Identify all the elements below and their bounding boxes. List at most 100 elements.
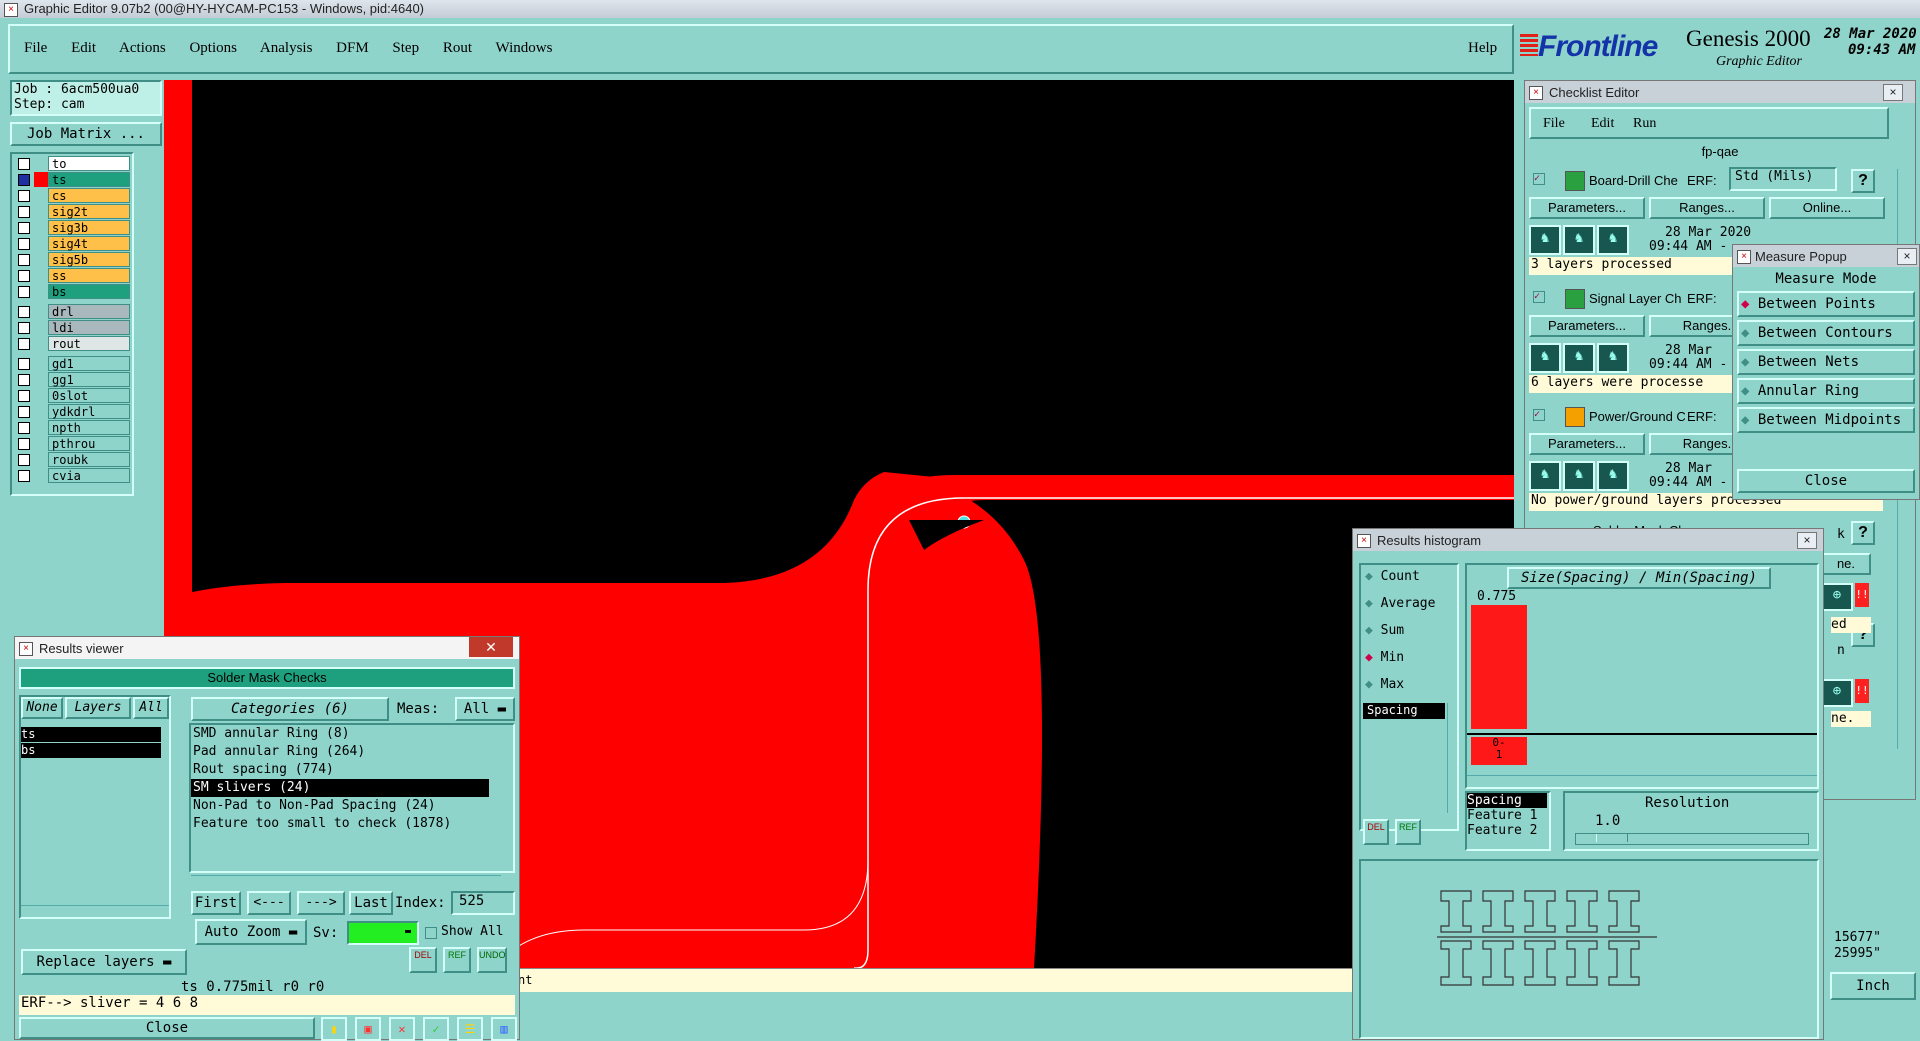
layer-row[interactable]: ldi <box>12 320 140 335</box>
layer-row[interactable]: pthrou <box>12 436 140 451</box>
layer-row[interactable]: cs <box>12 188 140 203</box>
sv-color-select[interactable]: ▬ <box>347 921 419 945</box>
run-check-icon[interactable]: ♞ <box>1529 225 1561 255</box>
job-matrix-button[interactable]: Job Matrix ... <box>10 122 162 146</box>
layer-row[interactable]: sig5b <box>12 252 140 267</box>
layer-name[interactable]: sig3b <box>48 220 130 235</box>
layer-name[interactable]: ss <box>48 268 130 283</box>
layer-row[interactable]: npth <box>12 420 140 435</box>
measure-close-button[interactable]: Close <box>1737 469 1915 493</box>
replace-layers-select[interactable]: Replace layers ▬ <box>21 949 187 975</box>
layer-row[interactable]: roubk <box>12 452 140 467</box>
measure-mode-option[interactable]: ◆ Between Nets <box>1737 349 1915 375</box>
layer-checkbox[interactable] <box>18 158 30 170</box>
checklist-menu-edit[interactable]: Edit <box>1591 116 1614 132</box>
error-flag-icon[interactable]: !! <box>1855 583 1869 607</box>
layer-checkbox[interactable] <box>18 190 30 202</box>
layer-affected-indicator[interactable] <box>34 304 48 319</box>
layer-name[interactable]: gg1 <box>48 372 130 387</box>
check-help-button[interactable]: ? <box>1851 169 1875 193</box>
layer-affected-indicator[interactable] <box>34 188 48 203</box>
layer-affected-indicator[interactable] <box>34 468 48 483</box>
measure-mode-option[interactable]: ◆ Between Points <box>1737 291 1915 317</box>
layer-name[interactable]: sig5b <box>48 252 130 267</box>
run-check-icon[interactable]: ♞ <box>1529 461 1561 491</box>
tab-layers[interactable]: Layers <box>65 697 131 719</box>
categories-header[interactable]: Categories (6) <box>191 697 389 721</box>
run-all-icon[interactable]: ♞ <box>1563 461 1595 491</box>
layer-affected-indicator[interactable] <box>34 156 48 171</box>
layer-checkbox[interactable] <box>18 374 30 386</box>
del-button[interactable]: DEL <box>409 947 437 973</box>
layer-checkbox[interactable] <box>18 338 30 350</box>
menu-dfm[interactable]: DFM <box>336 40 369 56</box>
check-name[interactable]: Signal Layer Ch <box>1589 291 1685 306</box>
layer-row[interactable]: gg1 <box>12 372 140 387</box>
layer-name[interactable]: 0slot <box>48 388 130 403</box>
layer-name[interactable]: roubk <box>48 452 130 467</box>
stat-option[interactable]: ◆ Max <box>1365 677 1404 692</box>
histogram-del-button[interactable]: DEL <box>1363 819 1389 845</box>
partial-online-button[interactable]: ne. <box>1821 553 1871 575</box>
unit-select[interactable]: Inch <box>1830 972 1916 1000</box>
category-item[interactable]: Pad annular Ring (264) <box>191 743 513 761</box>
undo-button[interactable]: UNDO <box>477 947 507 973</box>
layer-checkbox[interactable] <box>18 254 30 266</box>
layer-name[interactable]: bs <box>48 284 130 299</box>
layer-checkbox[interactable] <box>18 322 30 334</box>
layer-affected-indicator[interactable] <box>34 268 48 283</box>
layer-name[interactable]: cs <box>48 188 130 203</box>
tab-all[interactable]: All <box>133 697 169 719</box>
layer-checkbox[interactable] <box>18 406 30 418</box>
histogram-list-scrollbar[interactable] <box>1447 703 1457 813</box>
layer-affected-indicator[interactable] <box>34 284 48 299</box>
next-button[interactable]: ---> <box>297 891 345 915</box>
measure-close-icon[interactable]: × <box>1897 248 1917 265</box>
layer-affected-indicator[interactable] <box>34 436 48 451</box>
histogram-close-icon[interactable]: × <box>1797 532 1817 549</box>
checklist-menu-run[interactable]: Run <box>1633 116 1656 132</box>
check-name[interactable]: Board-Drill Che <box>1589 173 1685 188</box>
layer-checkbox[interactable] <box>18 470 30 482</box>
layer-checkbox[interactable] <box>18 206 30 218</box>
layer-row[interactable]: sig4t <box>12 236 140 251</box>
error-flag-icon[interactable]: !! <box>1855 679 1869 703</box>
online-button[interactable]: Online... <box>1769 197 1885 219</box>
layer-name[interactable]: gd1 <box>48 356 130 371</box>
result-layer-item[interactable]: bs <box>21 743 161 758</box>
layer-row[interactable]: gd1 <box>12 356 140 371</box>
show-icon[interactable]: ▣ <box>355 1017 381 1041</box>
layer-affected-indicator[interactable] <box>34 356 48 371</box>
chart-icon[interactable]: ▥ <box>491 1017 517 1041</box>
zoom-result-icon[interactable]: ⊕ <box>1821 583 1853 611</box>
result-layer-item[interactable]: ts <box>21 727 161 742</box>
stop-check-icon[interactable]: ♞ <box>1597 343 1629 373</box>
layer-affected-indicator[interactable] <box>34 404 48 419</box>
layer-row[interactable]: sig3b <box>12 220 140 235</box>
menu-analysis[interactable]: Analysis <box>260 40 313 56</box>
layer-affected-indicator[interactable] <box>34 236 48 251</box>
feature-item-spacing[interactable]: Spacing <box>1467 793 1547 808</box>
layer-row[interactable]: cvia <box>12 468 140 483</box>
show-all-checkbox[interactable] <box>425 927 437 939</box>
layer-checkbox[interactable] <box>18 238 30 250</box>
check-icon[interactable]: ✓ <box>423 1017 449 1041</box>
stat-option[interactable]: ◆ Average <box>1365 596 1435 611</box>
layer-affected-indicator[interactable] <box>34 220 48 235</box>
erf-select[interactable]: Std (Mils) <box>1729 167 1837 191</box>
results-close-icon[interactable]: ✕ <box>469 637 513 657</box>
layer-name[interactable]: ts <box>48 172 130 187</box>
layer-row[interactable]: bs <box>12 284 140 299</box>
measure-mode-option[interactable]: ◆ Annular Ring <box>1737 378 1915 404</box>
layer-checkbox[interactable] <box>18 390 30 402</box>
measure-mode-option[interactable]: ◆ Between Contours <box>1737 320 1915 346</box>
histogram-list[interactable]: Spacing <box>1363 703 1445 719</box>
run-check-icon[interactable]: ♞ <box>1529 343 1561 373</box>
menu-file[interactable]: File <box>24 40 47 56</box>
run-all-icon[interactable]: ♞ <box>1563 343 1595 373</box>
layer-affected-indicator[interactable] <box>34 420 48 435</box>
layer-affected-indicator[interactable] <box>34 172 48 187</box>
layer-checkbox[interactable] <box>18 306 30 318</box>
layer-row[interactable]: sig2t <box>12 204 140 219</box>
menu-edit[interactable]: Edit <box>71 40 96 56</box>
